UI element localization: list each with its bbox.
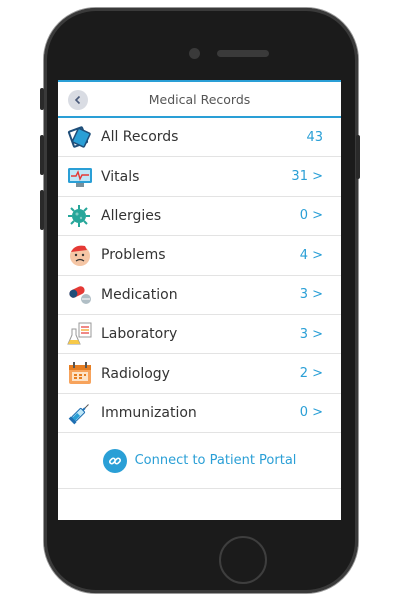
record-row-immunization[interactable]: Immunization 0 > (58, 394, 341, 434)
record-count: 4 > (299, 247, 323, 263)
monitor-icon (67, 164, 93, 190)
sick-face-icon (67, 242, 93, 268)
connect-portal-label: Connect to Patient Portal (134, 453, 297, 469)
record-label: Allergies (101, 207, 162, 224)
record-label: Radiology (101, 365, 170, 382)
page-title: Medical Records (148, 91, 251, 107)
calendar-icon (67, 361, 93, 387)
volume-down-button (40, 190, 44, 230)
record-row-all[interactable]: All Records 43 (58, 118, 341, 158)
back-button[interactable] (68, 90, 88, 110)
volume-up-button (40, 135, 44, 175)
record-count: 0 > (299, 208, 323, 224)
folder-icon (67, 124, 93, 150)
record-row-medication[interactable]: Medication 3 > (58, 276, 341, 315)
power-button (356, 135, 360, 179)
camera (189, 48, 200, 59)
record-count: 43 (306, 129, 323, 145)
record-count: 3 > (299, 287, 323, 303)
nav-bar: Medical Records (58, 80, 341, 118)
record-count: 2 > (299, 366, 323, 382)
record-label: Laboratory (101, 326, 178, 343)
syringe-icon (67, 400, 93, 426)
mute-switch (40, 88, 44, 110)
chevron-left-icon (74, 95, 81, 105)
germ-icon (67, 203, 93, 229)
link-icon (102, 448, 127, 473)
record-row-laboratory[interactable]: Laboratory 3 > (58, 315, 341, 355)
lab-flask-icon (67, 321, 93, 347)
home-button[interactable] (219, 536, 267, 584)
record-count: 0 > (299, 405, 323, 421)
record-label: Problems (101, 247, 166, 264)
speaker (217, 50, 269, 57)
record-row-allergies[interactable]: Allergies 0 > (58, 197, 341, 237)
connect-portal-button[interactable]: Connect to Patient Portal (58, 433, 341, 490)
pills-icon (67, 282, 93, 308)
record-count: 3 > (299, 326, 323, 342)
record-label: All Records (101, 129, 179, 146)
record-label: Immunization (101, 404, 197, 421)
app-screen: Medical Records All Records 43 Vitals 31… (58, 80, 341, 520)
record-label: Vitals (101, 168, 140, 185)
record-label: Medication (101, 286, 178, 303)
record-row-vitals[interactable]: Vitals 31 > (58, 157, 341, 197)
record-count: 31 > (291, 169, 323, 185)
record-row-problems[interactable]: Problems 4 > (58, 236, 341, 276)
record-row-radiology[interactable]: Radiology 2 > (58, 354, 341, 394)
